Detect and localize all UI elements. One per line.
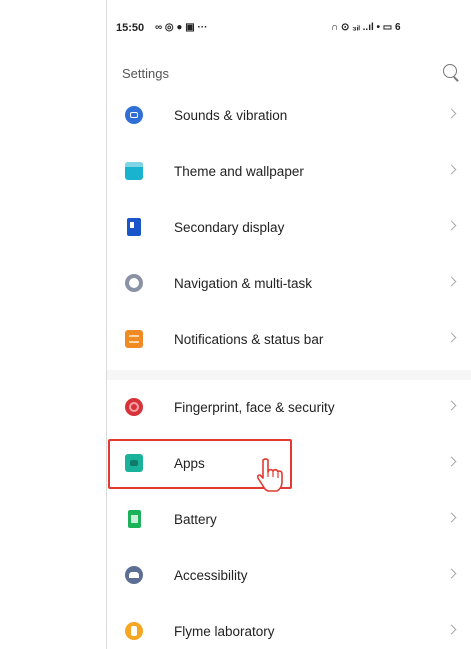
page-title: Settings: [122, 66, 169, 81]
settings-item-label: Fingerprint, face & security: [174, 400, 335, 415]
phone-screen: 15:50 ∞ ◎ ● ▣ ··· ∩ ⊙ ₃ᵢₗ ..ıl • ▭ 6 Set…: [106, 0, 471, 649]
settings-item-theme[interactable]: Theme and wallpaper: [107, 144, 471, 200]
sound-icon: [125, 106, 143, 124]
settings-item-accessibility[interactable]: Accessibility: [107, 548, 471, 604]
settings-item-label: Navigation & multi-task: [174, 276, 313, 291]
status-left-icons: ∞ ◎ ● ▣ ···: [155, 22, 208, 33]
settings-item-label: Flyme laboratory: [174, 624, 275, 639]
status-bar: 15:50 ∞ ◎ ● ▣ ··· ∩ ⊙ ₃ᵢₗ ..ıl • ▭ 6: [107, 0, 471, 44]
settings-item-label: Secondary display: [174, 220, 285, 235]
fingerprint-icon: [125, 398, 143, 416]
settings-item-label: Battery: [174, 512, 217, 527]
settings-item-secondary-display[interactable]: Secondary display: [107, 200, 471, 256]
flyme-icon: [125, 622, 143, 640]
search-icon[interactable]: [443, 64, 457, 78]
secondary-display-icon: [127, 218, 141, 236]
chevron-right-icon: [446, 624, 457, 635]
chevron-right-icon: [446, 108, 457, 119]
status-time: 15:50: [116, 22, 145, 34]
theme-icon: [125, 162, 143, 180]
notifications-icon: [125, 330, 143, 348]
settings-item-fingerprint[interactable]: Fingerprint, face & security: [107, 380, 471, 436]
chevron-right-icon: [446, 400, 457, 411]
settings-item-battery[interactable]: Battery: [107, 492, 471, 548]
status-right-icons: ∩ ⊙ ₃ᵢₗ ..ıl • ▭ 6: [331, 22, 401, 33]
accessibility-icon: [125, 566, 143, 584]
settings-item-flyme-laboratory[interactable]: Flyme laboratory: [107, 604, 471, 649]
chevron-right-icon: [446, 220, 457, 231]
settings-item-label: Sounds & vibration: [174, 108, 288, 123]
settings-item-label: Notifications & status bar: [174, 332, 324, 347]
settings-item-sounds[interactable]: Sounds & vibration: [107, 88, 471, 144]
settings-item-notifications[interactable]: Notifications & status bar: [107, 312, 471, 368]
hand-pointer-icon: [256, 458, 283, 492]
chevron-right-icon: [446, 276, 457, 287]
battery-icon: [128, 510, 141, 528]
navigation-icon: [125, 274, 143, 292]
chevron-right-icon: [446, 512, 457, 523]
settings-item-label: Theme and wallpaper: [174, 164, 304, 179]
chevron-right-icon: [446, 568, 457, 579]
chevron-right-icon: [446, 456, 457, 467]
settings-item-label: Accessibility: [174, 568, 248, 583]
settings-item-navigation[interactable]: Navigation & multi-task: [107, 256, 471, 312]
settings-group-display: Sounds & vibration Theme and wallpaper S…: [107, 88, 471, 370]
settings-group-system: Fingerprint, face & security Apps Batter…: [107, 380, 471, 649]
chevron-right-icon: [446, 332, 457, 343]
chevron-right-icon: [446, 164, 457, 175]
